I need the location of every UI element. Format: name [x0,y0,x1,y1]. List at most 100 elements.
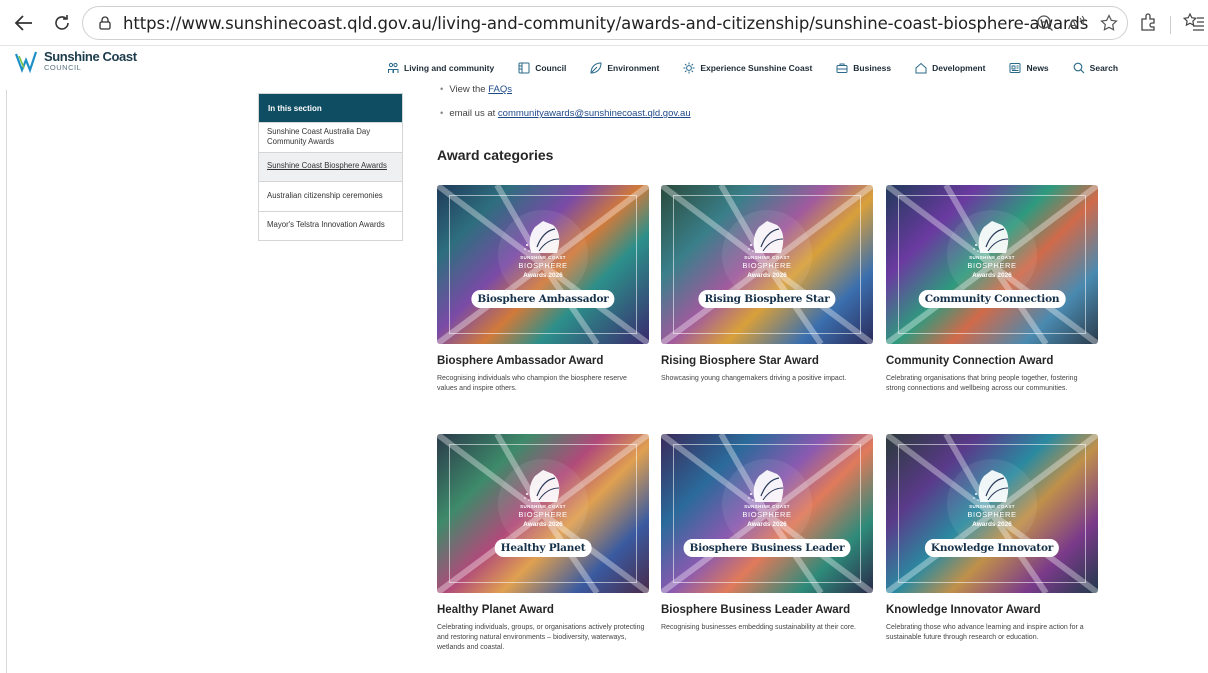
award-description: Celebrating those who advance learning a… [886,624,1084,641]
award-categories-heading: Award categories [437,147,554,163]
svg-text:A: A [1068,16,1078,32]
bullet-dot: • [440,108,444,119]
section-navigation: In this section Sunshine Coast Australia… [258,93,403,241]
emblem-line1: SUNSHINE COAST [520,255,566,260]
logo-sub: COUNCIL [44,63,82,72]
nav-environment[interactable]: Environment [590,62,659,74]
award-description: Showcasing young changemakers driving a … [661,375,847,382]
award-card-image[interactable]: SUNSHINE COAST BIOSPHERE Awards 2026 Biosph… [437,185,649,344]
nav-search[interactable]: Search [1073,62,1118,74]
logo-name: Sunshine Coast [44,49,137,64]
emblem-line3: Awards 2026 [747,272,787,279]
favorite-star-icon[interactable] [1099,13,1119,33]
award-description: Recognising businesses embedding sustain… [661,624,856,631]
section-item-australia-day-awards[interactable]: Sunshine Coast Australia Day Community A… [259,122,402,152]
browser-toolbar: https://www.sunshinecoast.qld.gov.au/liv… [0,0,1208,46]
biosphere-emblem-icon [973,470,1009,502]
award-card-image[interactable]: SUNSHINE COAST BIOSPHERE Awards 2026 Biosph… [661,434,873,593]
nav-council[interactable]: Council [518,62,566,74]
building-icon [518,62,530,74]
emblem-line2: BIOSPHERE [742,510,792,519]
award-card[interactable]: SUNSHINE COAST BIOSPHERE Awards 2026 Biosph… [661,434,873,631]
extensions-icon[interactable] [1138,12,1158,37]
page-divider [6,90,7,673]
biosphere-emblem-icon [524,470,560,502]
emblem-line2: BIOSPHERE [967,261,1017,270]
award-category-pill: Community Connection [918,290,1066,308]
award-card[interactable]: SUNSHINE COAST BIOSPHERE Awards 2026 Rising… [661,185,873,382]
favorites-list-icon[interactable] [1182,12,1205,37]
faqs-link[interactable]: FAQs [488,84,512,95]
emblem-line2: BIOSPHERE [967,510,1017,519]
award-card[interactable]: SUNSHINE COAST BIOSPHERE Awards 2026 Biosph… [437,185,649,392]
award-card-image[interactable]: SUNSHINE COAST BIOSPHERE Awards 2026 Rising… [661,185,873,344]
emblem-line1: SUNSHINE COAST [744,255,790,260]
award-category-pill: Rising Biosphere Star [698,290,836,308]
award-card-image[interactable]: SUNSHINE COAST BIOSPHERE Awards 2026 Knowle… [886,434,1098,593]
house-icon [915,62,927,74]
biosphere-emblem-icon [748,470,784,502]
emblem-line1: SUNSHINE COAST [744,504,790,509]
award-card-image[interactable]: SUNSHINE COAST BIOSPHERE Awards 2026 Health… [437,434,649,593]
zoom-out-icon[interactable] [1035,13,1055,33]
nav-label: Development [932,63,986,73]
nav-experience-sunshine-coast[interactable]: Experience Sunshine Coast [683,62,812,74]
read-aloud-icon[interactable]: A [1067,13,1087,33]
award-description: Celebrating organisations that bring peo… [886,375,1078,392]
emblem-line3: Awards 2026 [523,521,563,528]
section-item-biosphere-awards[interactable]: Sunshine Coast Biosphere Awards [259,151,402,181]
newspaper-icon [1009,63,1021,73]
nav-news[interactable]: News [1009,62,1049,74]
search-icon [1073,62,1085,74]
url-text[interactable]: https://www.sunshinecoast.qld.gov.au/liv… [123,14,1088,33]
nav-label: News [1026,63,1049,73]
logo-mark-icon [14,51,38,74]
sun-icon [683,62,695,74]
award-card[interactable]: SUNSHINE COAST BIOSPHERE Awards 2026 Health… [437,434,649,651]
biosphere-emblem-icon [524,221,560,253]
section-heading: In this section [259,94,402,122]
nav-label: Council [535,63,567,73]
bullet-dot: • [440,84,444,95]
award-category-pill: Biosphere Business Leader [683,539,851,557]
lock-icon[interactable] [95,15,115,31]
award-category-pill: Knowledge Innovator [924,539,1060,557]
main-navigation: Living and community Council Environment… [387,62,1118,74]
email-link[interactable]: communityawards@sunshinecoast.qld.gov.au [498,108,691,119]
emblem-line1: SUNSHINE COAST [969,504,1015,509]
emblem-line1: SUNSHINE COAST [969,255,1015,260]
biosphere-emblem-icon [748,221,784,253]
award-title[interactable]: Biosphere Ambassador Award [437,355,603,367]
award-title[interactable]: Healthy Planet Award [437,604,554,616]
award-card[interactable]: SUNSHINE COAST BIOSPHERE Awards 2026 Knowle… [886,434,1098,641]
award-title[interactable]: Community Connection Award [886,355,1053,367]
emblem-line3: Awards 2026 [747,521,787,528]
award-title[interactable]: Knowledge Innovator Award [886,604,1041,616]
emblem-line3: Awards 2026 [972,521,1012,528]
back-arrow-icon[interactable] [10,9,38,37]
nav-label: Living and community [404,63,495,73]
award-card-image[interactable]: SUNSHINE COAST BIOSPHERE Awards 2026 Commun… [886,185,1098,344]
award-category-pill: Biosphere Ambassador [471,290,615,308]
address-bar[interactable]: https://www.sunshinecoast.qld.gov.au/liv… [82,6,1128,40]
nav-label: Business [853,63,892,73]
reload-icon[interactable] [48,9,76,37]
section-item-innovation-awards[interactable]: Mayor's Telstra Innovation Awards [259,210,402,241]
section-item-citizenship-ceremonies[interactable]: Australian citizenship ceremonies [259,181,402,211]
award-card[interactable]: SUNSHINE COAST BIOSPHERE Awards 2026 Commun… [886,185,1098,392]
nav-development[interactable]: Development [915,62,985,74]
emblem-line2: BIOSPHERE [518,510,568,519]
award-description: Celebrating individuals, groups, or orga… [437,624,645,651]
briefcase-icon [836,63,848,73]
bullet-text: email us at [449,108,498,119]
emblem-line2: BIOSPHERE [518,261,568,270]
nav-business[interactable]: Business [836,62,891,74]
council-logo[interactable]: Sunshine Coast COUNCIL [14,50,137,74]
biosphere-emblem-icon [973,221,1009,253]
award-title[interactable]: Biosphere Business Leader Award [661,604,850,616]
emblem-line2: BIOSPHERE [742,261,792,270]
nav-living-and-community[interactable]: Living and community [387,62,494,74]
award-title[interactable]: Rising Biosphere Star Award [661,355,819,367]
nav-label: Environment [607,63,660,73]
site-header: Sunshine Coast COUNCIL Living and commun… [0,46,1208,90]
